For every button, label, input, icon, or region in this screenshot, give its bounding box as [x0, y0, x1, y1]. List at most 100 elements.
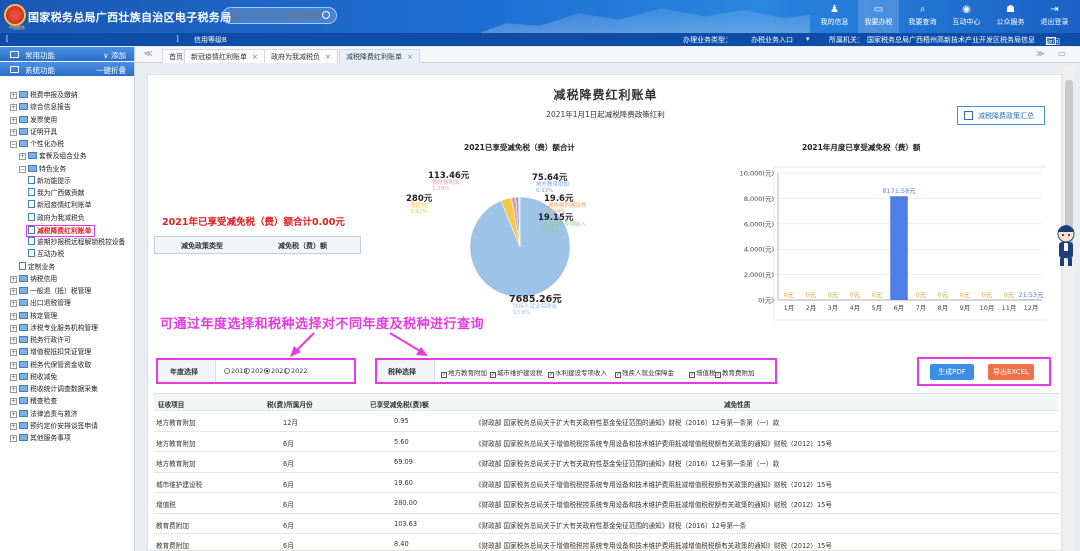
- page-scrollbar[interactable]: [1064, 66, 1074, 551]
- tree-item[interactable]: 逾期抄报税远程解锁税控设备: [28, 237, 125, 248]
- table-cell: 6月: [283, 501, 294, 509]
- search-input[interactable]: [222, 7, 337, 24]
- tree-item[interactable]: + 法律追责与救济: [10, 409, 78, 420]
- tree-item[interactable]: + 税收减免: [10, 372, 57, 383]
- expand-icon[interactable]: +: [10, 275, 17, 283]
- folder-icon: [19, 115, 28, 123]
- add-common-button[interactable]: ∨ 添加: [103, 50, 126, 61]
- tree-item[interactable]: + 核定管理: [10, 311, 57, 322]
- nav-chat[interactable]: ◉ 互动中心: [946, 0, 987, 33]
- tree-item[interactable]: + 涉税专业服务机构管理: [10, 323, 98, 334]
- export-excel-button[interactable]: 导出EXCEL: [988, 364, 1034, 380]
- tax-checkbox[interactable]: ✓ 残疾人就业保障金: [615, 367, 674, 378]
- expand-icon[interactable]: +: [10, 435, 17, 442]
- expand-icon[interactable]: +: [10, 361, 17, 369]
- tree-item[interactable]: + 税费申报及缴纳: [10, 90, 78, 101]
- expand-icon[interactable]: +: [10, 104, 17, 112]
- expand-icon[interactable]: +: [10, 116, 17, 124]
- tree-item[interactable]: 减税降费红利账单: [26, 224, 96, 237]
- tree-item[interactable]: + 证明开具: [10, 127, 57, 138]
- expand-icon[interactable]: +: [10, 312, 17, 320]
- expand-icon[interactable]: +: [10, 324, 17, 332]
- tab-item[interactable]: 减税降费红利账单 ×: [339, 49, 420, 63]
- tree-item[interactable]: 互动办税: [28, 249, 64, 260]
- tree-item[interactable]: + 税收统计调查数据采集: [10, 384, 98, 395]
- expand-icon[interactable]: +: [10, 422, 17, 430]
- tree-item[interactable]: + 税务行政许可: [10, 335, 71, 346]
- tree-item[interactable]: 定制业务: [19, 261, 55, 273]
- nav-user[interactable]: ♟ 我的信息: [814, 0, 855, 33]
- tax-checkbox[interactable]: ✓ 教育费附加: [715, 367, 755, 378]
- document-icon: [28, 225, 35, 234]
- close-icon[interactable]: ×: [252, 53, 258, 61]
- expand-icon[interactable]: +: [10, 128, 17, 136]
- tree-item[interactable]: + 稽查检查: [10, 396, 57, 407]
- nav-query[interactable]: ⌕ 我要查询: [902, 0, 943, 33]
- collapse-icon[interactable]: −: [10, 141, 17, 148]
- tree-item[interactable]: + 预约定价安排谈签申请: [10, 421, 98, 432]
- folder-icon: [19, 91, 28, 98]
- expand-icon[interactable]: +: [10, 92, 17, 99]
- system-functions-bar[interactable]: 系统功能 一键折叠: [0, 62, 134, 77]
- expand-icon[interactable]: +: [10, 337, 17, 344]
- tree-item[interactable]: + 综合信息报告: [10, 102, 71, 113]
- expand-icon[interactable]: +: [10, 288, 17, 295]
- nav-computer[interactable]: ▭ 我要办税: [858, 0, 899, 33]
- policy-summary-button[interactable]: 减税降费政策汇总: [957, 106, 1045, 125]
- tree-item[interactable]: 政府为我减税负: [28, 212, 85, 224]
- mascot-icon[interactable]: [1055, 222, 1077, 268]
- folder-icon: [19, 348, 28, 356]
- tree-item[interactable]: + 税务代保管资金收取: [10, 360, 91, 371]
- tax-checkbox[interactable]: ✓ 增值税: [689, 367, 716, 378]
- tree-item[interactable]: + 增值税抵扣凭证管理: [10, 347, 91, 358]
- tax-checkbox[interactable]: ✓ 地方教育附加: [441, 367, 487, 378]
- expand-icon[interactable]: +: [10, 349, 17, 357]
- nav-service[interactable]: ☗ 公众服务: [990, 0, 1031, 33]
- main-content: 减税降费红利账单 2021年1月1日起减税降费政策红利 减税降费政策汇总 202…: [147, 74, 1062, 551]
- expand-icon[interactable]: +: [10, 398, 17, 406]
- tax-checkbox[interactable]: ✓ 城市维护建设税: [490, 367, 543, 378]
- tree-item[interactable]: − 个性化办税: [10, 139, 64, 150]
- generate-pdf-button[interactable]: 生成PDF: [930, 364, 974, 380]
- bar[interactable]: [890, 196, 908, 300]
- business-type-select[interactable]: 办税业务入口: [751, 35, 793, 45]
- year-radio-2022[interactable]: 2022: [284, 367, 308, 375]
- tabs-close-all-icon[interactable]: ▭: [1058, 49, 1066, 58]
- nav-label: 我要查询: [908, 18, 937, 26]
- tree-item[interactable]: + 出口退税管理: [10, 298, 71, 309]
- document-icon: [28, 249, 35, 258]
- dropdown-arrow-icon[interactable]: ▾: [806, 35, 810, 43]
- tree-item[interactable]: 我为广西做贡献: [28, 188, 85, 199]
- tree-item[interactable]: 新冠疫情红利账单: [28, 200, 91, 211]
- tree-item[interactable]: + 其他服务事项: [10, 433, 71, 444]
- tabs-back-icon[interactable]: ≪: [144, 49, 152, 58]
- expand-icon[interactable]: +: [10, 373, 17, 381]
- tax-checkbox[interactable]: ✓ 水利建设专项收入: [548, 367, 607, 378]
- close-icon[interactable]: ×: [407, 53, 413, 61]
- tree-item[interactable]: − 特色业务: [19, 164, 66, 175]
- folder-icon: [19, 372, 28, 380]
- common-functions-bar[interactable]: 常用功能 ∨ 添加: [0, 47, 134, 62]
- pie-percent-label: 3.42%: [410, 209, 427, 215]
- tree-item[interactable]: + 套餐及组合业务: [19, 151, 87, 162]
- tree-item[interactable]: + 发票使用: [10, 115, 57, 126]
- expand-icon[interactable]: +: [19, 153, 26, 161]
- tree-item-label: 税收减免: [30, 372, 58, 381]
- tree-item[interactable]: + 一般退（抵）税管理: [10, 286, 91, 297]
- search-icon[interactable]: [322, 11, 330, 19]
- table-row: 地方教育附加 6月 5.60 《财政部 国家税务总局关于增值税税控系统专用设备和技术维…: [154, 432, 1059, 452]
- expand-icon[interactable]: +: [10, 300, 17, 308]
- collapse-icon[interactable]: −: [19, 165, 26, 173]
- table-cell: 地方教育附加: [156, 419, 196, 427]
- expand-icon[interactable]: +: [10, 386, 17, 393]
- tabs-forward-icon[interactable]: ≫: [1036, 49, 1044, 58]
- checkbox-icon: ✓: [548, 372, 554, 378]
- tree-item[interactable]: 新功能提示: [28, 175, 71, 187]
- nav-logout[interactable]: ⇥ 退出登录: [1034, 0, 1075, 33]
- tab-item[interactable]: 政府为我减税负 ×: [264, 49, 338, 63]
- tree-item[interactable]: + 纳税信用: [10, 274, 57, 285]
- close-icon[interactable]: ×: [325, 53, 331, 61]
- collapse-all-button[interactable]: 一键折叠: [96, 65, 126, 76]
- expand-icon[interactable]: +: [10, 410, 17, 418]
- tab-item[interactable]: 新冠疫情红利账单 ×: [184, 49, 265, 63]
